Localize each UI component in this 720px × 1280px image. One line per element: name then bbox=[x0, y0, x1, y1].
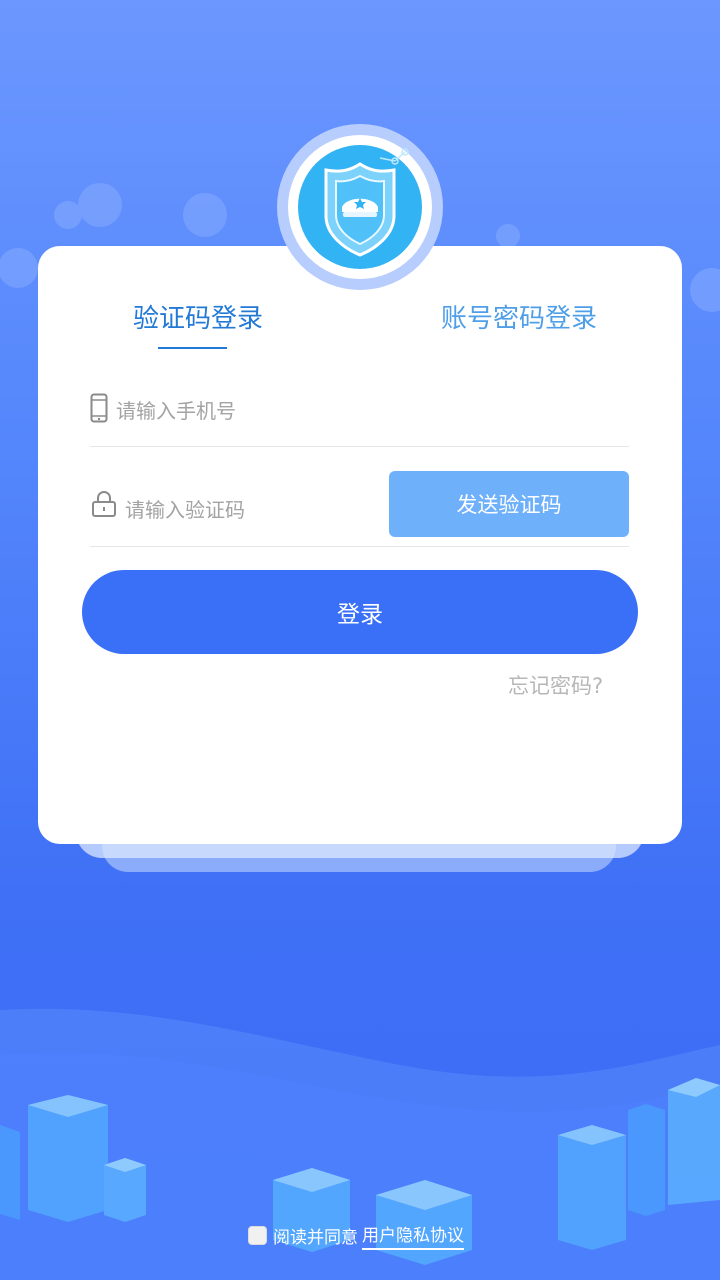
privacy-policy-link[interactable]: 用户隐私协议 bbox=[362, 1221, 464, 1250]
agreement-checkbox[interactable] bbox=[248, 1225, 267, 1245]
login-card bbox=[38, 246, 682, 844]
login-button[interactable]: 登录 bbox=[82, 570, 638, 654]
agreement-prefix: 阅读并同意 bbox=[273, 1227, 358, 1248]
phone-divider bbox=[90, 446, 629, 447]
send-code-button[interactable]: 发送验证码 bbox=[389, 471, 629, 537]
code-divider bbox=[90, 546, 629, 547]
agreement-row: 阅读并同意 用户隐私协议 bbox=[248, 1220, 464, 1250]
verification-code-input[interactable] bbox=[125, 495, 375, 525]
tab-sms-login[interactable]: 验证码登录 bbox=[133, 298, 263, 335]
phone-icon bbox=[90, 393, 108, 423]
active-tab-indicator bbox=[158, 347, 227, 349]
phone-input[interactable] bbox=[116, 396, 616, 426]
police-badge-logo bbox=[277, 124, 443, 290]
forgot-password-link[interactable]: 忘记密码? bbox=[508, 670, 603, 700]
lock-icon bbox=[92, 490, 116, 517]
tab-password-login[interactable]: 账号密码登录 bbox=[441, 298, 597, 335]
